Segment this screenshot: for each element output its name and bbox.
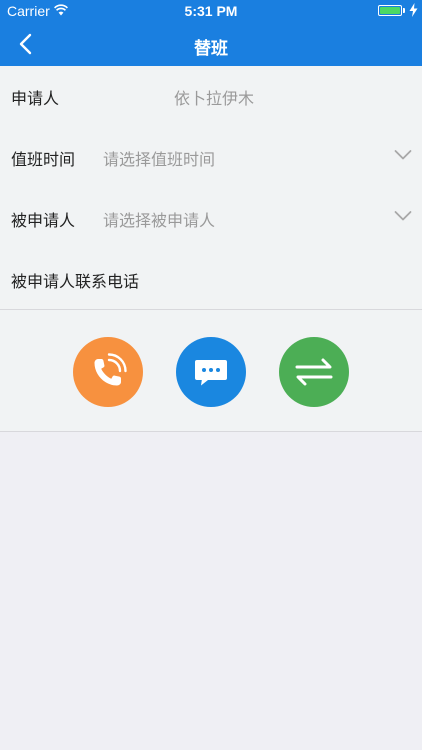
chevron-down-icon xyxy=(394,150,412,160)
navigation-bar: 替班 xyxy=(0,22,422,66)
phone-icon xyxy=(73,337,143,407)
call-button[interactable] xyxy=(73,337,143,407)
message-icon xyxy=(176,337,246,407)
battery-icon xyxy=(378,5,402,16)
substitute-placeholder: 请选择被申请人 xyxy=(103,211,216,230)
substitute-selector[interactable]: 被申请人 请选择被申请人 xyxy=(0,188,422,249)
substitute-phone-label: 被申请人联系电话 xyxy=(11,272,140,291)
duty-time-placeholder: 请选择值班时间 xyxy=(103,150,216,169)
swap-icon xyxy=(279,337,349,407)
substitute-label: 被申请人 xyxy=(11,211,76,230)
swap-button[interactable] xyxy=(279,337,349,407)
duty-time-label: 值班时间 xyxy=(11,150,76,169)
duty-time-selector[interactable]: 值班时间 请选择值班时间 xyxy=(0,127,422,188)
substitute-phone-row: 被申请人联系电话 xyxy=(0,249,422,310)
battery-tip xyxy=(403,8,405,13)
clock: 5:31 PM xyxy=(184,3,238,19)
chevron-down-icon xyxy=(394,211,412,221)
chevron-left-icon xyxy=(19,33,32,55)
message-button[interactable] xyxy=(176,337,246,407)
back-button[interactable] xyxy=(14,32,38,56)
charging-bolt-icon xyxy=(409,3,418,17)
status-bar: Carrier 5:31 PM xyxy=(0,0,422,22)
applicant-row: 申请人 依卜拉伊木 xyxy=(0,66,422,127)
applicant-label: 申请人 xyxy=(11,89,60,108)
contact-actions xyxy=(0,310,422,432)
page-title: 替班 xyxy=(194,39,228,59)
applicant-value: 依卜拉伊木 xyxy=(174,89,255,108)
substitution-form: 申请人 依卜拉伊木 值班时间 请选择值班时间 被申请人 请选择被申请人 被申请人… xyxy=(0,66,422,310)
